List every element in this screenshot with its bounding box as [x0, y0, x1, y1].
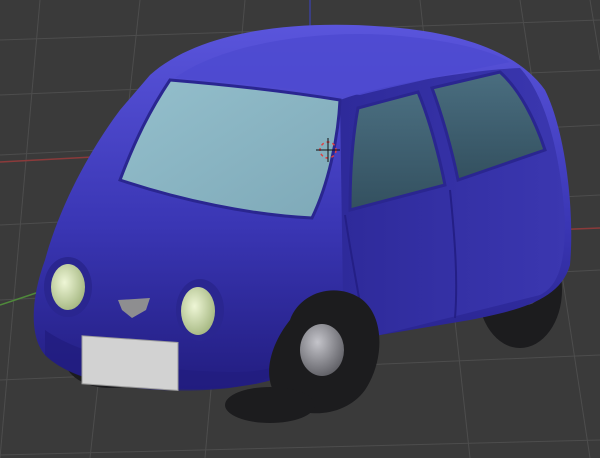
- front-tire-bottom: [225, 387, 315, 423]
- left-headlight: [44, 257, 92, 317]
- license-plate: [81, 335, 179, 391]
- 3d-viewport[interactable]: [0, 0, 600, 458]
- viewport-canvas[interactable]: [0, 0, 600, 458]
- right-headlight: [176, 279, 224, 341]
